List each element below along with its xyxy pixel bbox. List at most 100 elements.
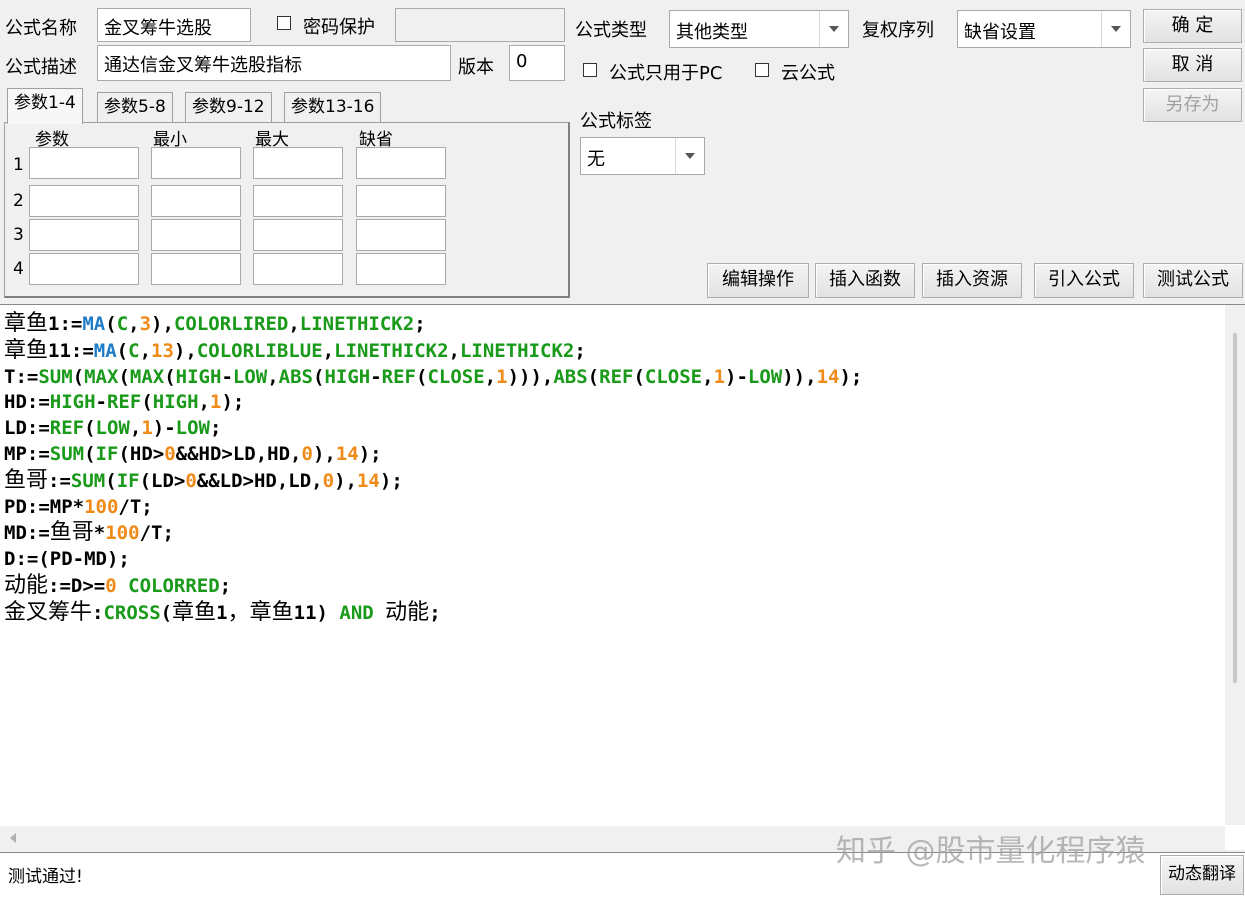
code-area[interactable]: 章鱼1:=MA(C,3),COLORLIRED,LINETHICK2; 章鱼11:… — [4, 311, 862, 627]
param-name-input-2[interactable] — [29, 185, 139, 217]
param-max-input-2[interactable] — [253, 185, 343, 217]
password-input[interactable] — [395, 8, 565, 42]
test-formula-button[interactable]: 测试公式 — [1143, 263, 1243, 298]
dynamic-translate-button[interactable]: 动态翻译 — [1160, 855, 1244, 895]
code-line[interactable]: MD:=鱼哥*100/T; — [4, 520, 862, 547]
cloud-formula-checkbox[interactable] — [755, 63, 769, 77]
code-token: MP:= — [4, 442, 50, 465]
formula-tag-value: 无 — [587, 149, 605, 170]
pc-only-checkbox[interactable] — [583, 63, 597, 77]
restore-sequence-select[interactable]: 缺省设置 — [957, 10, 1131, 48]
code-token: HIGH — [324, 365, 371, 388]
code-line[interactable]: MP:=SUM(IF(HD>0&&HD>LD,HD,0),14); — [4, 442, 862, 468]
insert-resource-button[interactable]: 插入资源 — [922, 263, 1022, 298]
param-default-input-4[interactable] — [356, 253, 446, 285]
code-line[interactable]: PD:=MP*100/T; — [4, 495, 862, 521]
code-token: 0 — [185, 469, 197, 492]
edit-operations-button[interactable]: 编辑操作 — [707, 263, 809, 298]
code-line[interactable]: D:=(PD-MD); — [4, 547, 862, 573]
code-token: , — [198, 391, 210, 414]
formula-desc-input[interactable]: 通达信金叉筹牛选股指标 — [97, 45, 451, 81]
param-row-num: 2 — [13, 191, 24, 211]
code-token: ( — [160, 601, 173, 624]
code-token: T:= — [4, 365, 39, 388]
code-line[interactable]: LD:=REF(LOW,1)-LOW; — [4, 416, 862, 442]
password-protect-checkbox[interactable] — [277, 16, 291, 30]
param-row-num: 3 — [13, 225, 24, 245]
code-token: PD:=MP* — [4, 495, 85, 518]
insert-function-button[interactable]: 插入函数 — [815, 263, 915, 298]
formula-editor[interactable]: 章鱼1:=MA(C,3),COLORLIRED,LINETHICK2; 章鱼11:… — [0, 304, 1245, 850]
param-name-input-3[interactable] — [29, 219, 139, 251]
param-min-input-2[interactable] — [151, 185, 241, 217]
formula-name-input[interactable]: 金叉筹牛选股 — [97, 8, 251, 42]
code-token: ), — [312, 442, 336, 465]
code-token: : — [92, 601, 104, 624]
tab-params-13-16[interactable]: 参数13-16 — [284, 92, 382, 122]
code-token: 鱼哥 — [49, 520, 94, 546]
code-token: , — [267, 365, 279, 388]
ok-button[interactable]: 确 定 — [1143, 9, 1242, 43]
scrollbar-thumb[interactable] — [1233, 333, 1237, 683]
param-name-input-4[interactable] — [29, 253, 139, 285]
code-token: ABS — [278, 365, 313, 388]
password-protect-label: 密码保护 — [303, 17, 375, 38]
code-token: MA — [82, 313, 106, 335]
param-max-input-4[interactable] — [253, 253, 343, 285]
code-token: 0 — [164, 442, 176, 465]
code-line[interactable]: 动能:=D>=0 COLORRED; — [4, 573, 862, 600]
code-token: 11) — [293, 601, 340, 624]
scroll-left-icon[interactable] — [10, 833, 16, 843]
code-token: AND — [339, 601, 374, 624]
chevron-down-icon[interactable] — [1101, 11, 1130, 47]
tab-params-5-8[interactable]: 参数5-8 — [97, 92, 173, 122]
code-token: CROSS — [103, 601, 161, 624]
code-line[interactable]: 章鱼1:=MA(C,3),COLORLIRED,LINETHICK2; — [4, 311, 862, 338]
code-token: COLORRED — [128, 574, 220, 597]
formula-type-select[interactable]: 其他类型 — [669, 10, 849, 48]
code-token: REF — [381, 365, 416, 388]
tab-params-1-4[interactable]: 参数1-4 — [7, 88, 83, 124]
param-min-input-1[interactable] — [151, 147, 241, 179]
code-line[interactable]: 章鱼11:=MA(C,13),COLORLIBLUE,LINETHICK2,LI… — [4, 338, 862, 365]
code-token: 13 — [151, 339, 174, 362]
code-token: ), — [334, 469, 357, 492]
code-token: ( — [587, 365, 600, 388]
param-default-input-2[interactable] — [356, 185, 446, 217]
formula-tag-select[interactable]: 无 — [580, 137, 705, 175]
code-token: C — [116, 313, 129, 335]
param-min-input-3[interactable] — [151, 219, 241, 251]
code-line[interactable]: 鱼哥:=SUM(IF(LD>0&&LD>HD,LD,0),14); — [4, 468, 862, 495]
cancel-button[interactable]: 取 消 — [1143, 48, 1242, 82]
code-line[interactable]: 金叉筹牛:CROSS(章鱼1，章鱼11) AND 动能; — [4, 600, 862, 627]
chevron-down-icon[interactable] — [675, 138, 704, 174]
code-token: , — [484, 365, 497, 388]
code-token: 1 — [141, 417, 153, 440]
code-token: 100 — [84, 495, 119, 518]
code-token: MA — [93, 339, 117, 362]
code-line[interactable]: T:=SUM(MAX(MAX(HIGH-LOW,ABS(HIGH-REF(CLO… — [4, 365, 862, 391]
formula-type-label: 公式类型 — [575, 20, 647, 41]
param-name-input-1[interactable] — [29, 147, 139, 179]
code-token: (HD> — [118, 442, 165, 465]
code-token: 动能 — [4, 572, 49, 598]
param-default-input-3[interactable] — [356, 219, 446, 251]
code-line[interactable]: HD:=HIGH-REF(HIGH,1); — [4, 390, 862, 416]
param-default-input-1[interactable] — [356, 147, 446, 179]
save-as-button[interactable]: 另存为 — [1143, 88, 1242, 122]
code-token: LOW — [747, 365, 783, 388]
chevron-down-icon[interactable] — [819, 11, 848, 47]
param-max-input-1[interactable] — [253, 147, 343, 179]
tab-params-9-12[interactable]: 参数9-12 — [185, 92, 272, 122]
import-formula-button[interactable]: 引入公式 — [1034, 263, 1134, 298]
param-min-input-4[interactable] — [151, 253, 241, 285]
version-input[interactable]: 0 — [509, 45, 565, 81]
param-max-input-3[interactable] — [253, 219, 343, 251]
code-token: IF — [116, 469, 140, 492]
vertical-scrollbar[interactable] — [1225, 305, 1245, 825]
code-token: HIGH — [49, 391, 96, 414]
code-token: , — [702, 365, 714, 388]
code-token: HIGH — [175, 365, 222, 388]
code-token: 1 — [216, 601, 228, 624]
